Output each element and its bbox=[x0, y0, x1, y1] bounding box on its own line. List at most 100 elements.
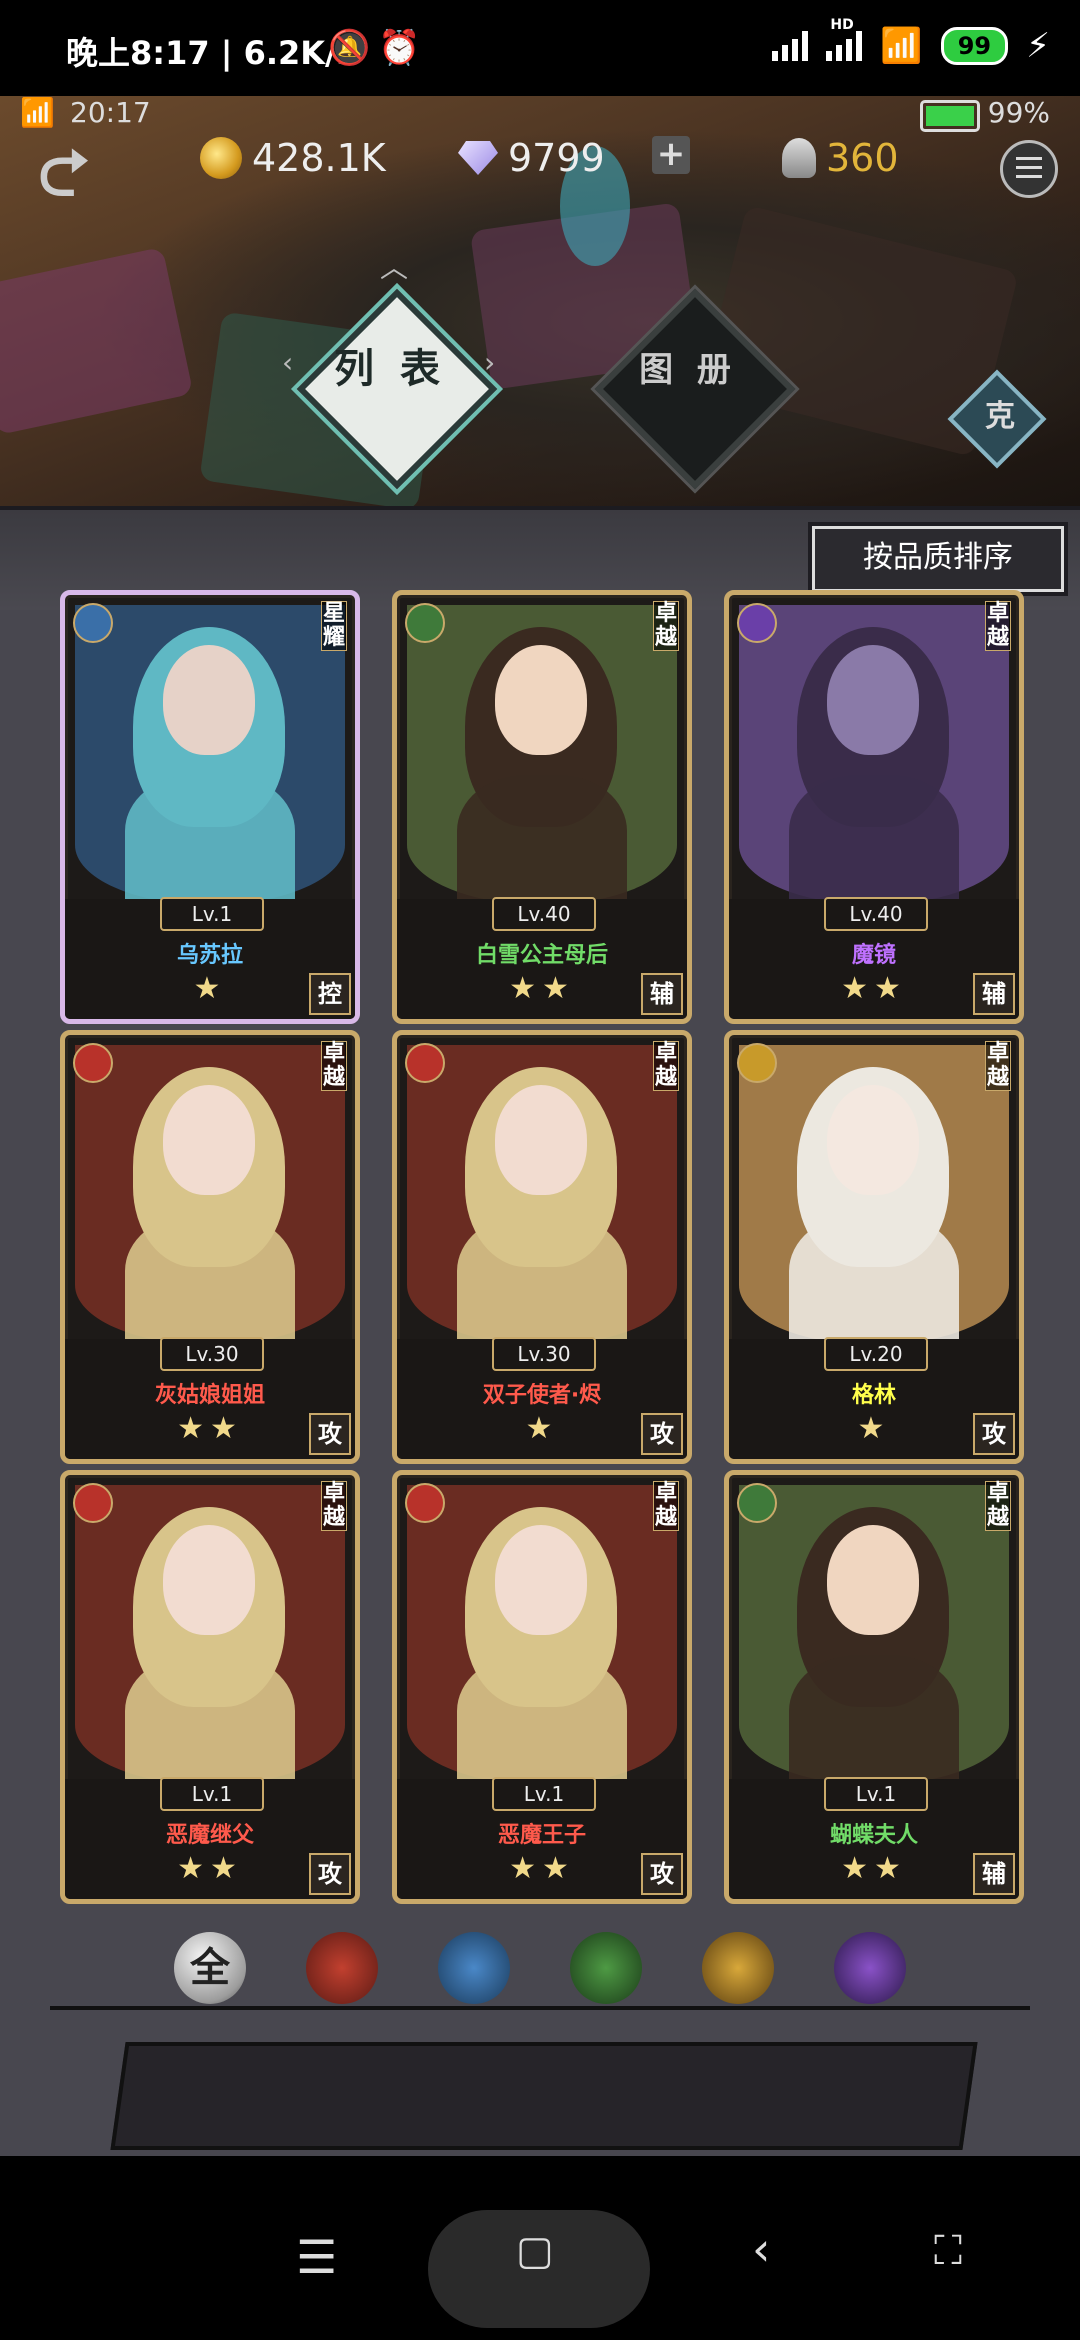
moon-element-icon bbox=[737, 603, 777, 643]
back-button[interactable]: ⮌ bbox=[28, 137, 100, 211]
hero-level: Lv.1 bbox=[160, 1777, 264, 1811]
hero-card[interactable]: 卓越 Lv.30 灰姑娘姐姐 ★★ 攻 bbox=[60, 1030, 360, 1464]
portrait-face bbox=[163, 645, 255, 755]
hero-level: Lv.1 bbox=[160, 897, 264, 931]
signal-icon bbox=[772, 31, 809, 61]
hero-portrait bbox=[75, 605, 345, 915]
recent-apps-icon[interactable]: ☰ bbox=[296, 2230, 337, 2284]
fire-element-icon bbox=[73, 1483, 113, 1523]
hero-card[interactable]: 卓越 Lv.20 格林 ★ 攻 bbox=[724, 1030, 1024, 1464]
role-badge: 辅 bbox=[973, 1853, 1015, 1895]
tab-album-label: 图 册 bbox=[639, 350, 737, 390]
role-badge: 攻 bbox=[641, 1413, 683, 1455]
water-element-icon bbox=[73, 603, 113, 643]
hero-name: 恶魔王子 bbox=[497, 1823, 586, 1848]
system-nav-bar: ☰ ▢ ‹ ⛶ bbox=[0, 2180, 1080, 2340]
hero-card[interactable]: 卓越 Lv.40 魔镜 ★★ 辅 bbox=[724, 590, 1024, 1024]
portrait-face bbox=[163, 1525, 255, 1635]
filter-water-button[interactable] bbox=[438, 1932, 510, 2004]
diamond-icon bbox=[458, 141, 498, 175]
hero-name: 魔镜 bbox=[851, 943, 896, 968]
rarity-badge: 卓越 bbox=[321, 1041, 347, 1091]
ink-counter: 360 bbox=[782, 136, 899, 180]
gem-value: 9799 bbox=[508, 136, 605, 180]
tab-list-label: 列 表 bbox=[334, 346, 446, 392]
filter-fire-button[interactable] bbox=[306, 1932, 378, 2004]
system-status-bar: 晚上8:17 | 6.2K/s 🔕 ⏰ HD 📶 99 ⚡ bbox=[0, 0, 1080, 96]
ink-pot-icon bbox=[782, 138, 816, 178]
portrait-body bbox=[789, 1655, 959, 1795]
menu-button[interactable] bbox=[1000, 140, 1058, 198]
menu-icon bbox=[1016, 157, 1042, 160]
nature-element-icon bbox=[405, 603, 445, 643]
hero-portrait bbox=[407, 1485, 677, 1795]
hero-portrait bbox=[75, 1485, 345, 1795]
fire-element-icon bbox=[405, 1483, 445, 1523]
rarity-badge: 卓越 bbox=[985, 601, 1011, 651]
filter-moon-button[interactable] bbox=[834, 1932, 906, 2004]
role-badge: 攻 bbox=[309, 1853, 351, 1895]
home-square-icon: ▢ bbox=[516, 2228, 554, 2274]
hero-portrait bbox=[407, 1045, 677, 1355]
portrait-body bbox=[789, 775, 959, 915]
hero-name: 蝴蝶夫人 bbox=[829, 1823, 918, 1848]
hero-name: 双子使者·烬 bbox=[482, 1383, 602, 1408]
sort-by-quality-button[interactable]: 按品质排序 bbox=[808, 522, 1068, 596]
gold-coin-icon bbox=[200, 137, 242, 179]
hero-portrait bbox=[75, 1045, 345, 1355]
mute-bell-icon: 🔕 bbox=[328, 28, 371, 68]
hero-card[interactable]: 卓越 Lv.1 恶魔继父 ★★ 攻 bbox=[60, 1470, 360, 1904]
portrait-body bbox=[125, 775, 295, 915]
rarity-badge: 星耀 bbox=[321, 601, 347, 651]
ink-value: 360 bbox=[826, 136, 899, 180]
game-clock: 20:17 bbox=[70, 96, 151, 129]
list-divider bbox=[50, 2006, 1030, 2010]
portrait-face bbox=[495, 1085, 587, 1195]
role-badge: 辅 bbox=[641, 973, 683, 1015]
portrait-face bbox=[163, 1085, 255, 1195]
fire-element-icon bbox=[73, 1043, 113, 1083]
filter-light-button[interactable] bbox=[702, 1932, 774, 2004]
game-wifi-icon: 📶 bbox=[20, 96, 55, 129]
portrait-body bbox=[789, 1215, 959, 1355]
status-right-cluster: HD 📶 99 ⚡ bbox=[772, 17, 1050, 66]
hero-card[interactable]: 卓越 Lv.40 白雪公主母后 ★★ 辅 bbox=[392, 590, 692, 1024]
role-badge: 攻 bbox=[973, 1413, 1015, 1455]
hero-level: Lv.40 bbox=[492, 897, 596, 931]
filter-all-button[interactable]: 全 bbox=[174, 1932, 246, 2004]
portrait-body bbox=[457, 1215, 627, 1355]
hero-level: Lv.1 bbox=[824, 1777, 928, 1811]
hero-card[interactable]: 卓越 Lv.30 双子使者·烬 ★ 攻 bbox=[392, 1030, 692, 1464]
game-screen: 📶 20:17 99% ⮌ 428.1K 9799 + 360 ︿ ﹀ ‹ › … bbox=[0, 96, 1080, 2156]
rarity-badge: 卓越 bbox=[653, 601, 679, 651]
hero-portrait bbox=[739, 605, 1009, 915]
hero-card[interactable]: 星耀 Lv.1 乌苏拉 ★ 控 bbox=[60, 590, 360, 1024]
rarity-badge: 卓越 bbox=[653, 1481, 679, 1531]
gold-value: 428.1K bbox=[252, 136, 386, 180]
counter-button-label: 克 bbox=[985, 399, 1015, 434]
hd-signal-icon: HD bbox=[826, 17, 863, 61]
portrait-face bbox=[827, 645, 919, 755]
hero-card[interactable]: 卓越 Lv.1 蝴蝶夫人 ★★ 辅 bbox=[724, 1470, 1024, 1904]
portrait-face bbox=[827, 1525, 919, 1635]
light-element-icon bbox=[737, 1043, 777, 1083]
gold-counter: 428.1K bbox=[200, 136, 386, 180]
filter-nature-button[interactable] bbox=[570, 1932, 642, 2004]
hero-portrait bbox=[739, 1045, 1009, 1355]
back-nav-icon[interactable]: ‹ bbox=[752, 2222, 770, 2276]
add-gems-button[interactable]: + bbox=[652, 136, 690, 174]
wifi-icon: 📶 bbox=[880, 26, 923, 66]
portrait-face bbox=[827, 1085, 919, 1195]
portrait-body bbox=[457, 1655, 627, 1795]
role-badge: 辅 bbox=[973, 973, 1015, 1015]
screenshot-icon[interactable]: ⛶ bbox=[934, 2228, 962, 2274]
hero-card[interactable]: 卓越 Lv.1 恶魔王子 ★★ 攻 bbox=[392, 1470, 692, 1904]
hero-name: 白雪公主母后 bbox=[475, 943, 608, 968]
hero-level: Lv.30 bbox=[160, 1337, 264, 1371]
game-battery-icon bbox=[920, 100, 980, 132]
portrait-body bbox=[457, 775, 627, 915]
game-battery-percent: 99% bbox=[987, 96, 1050, 129]
nature-element-icon bbox=[737, 1483, 777, 1523]
rarity-badge: 卓越 bbox=[985, 1041, 1011, 1091]
rarity-badge: 卓越 bbox=[985, 1481, 1011, 1531]
